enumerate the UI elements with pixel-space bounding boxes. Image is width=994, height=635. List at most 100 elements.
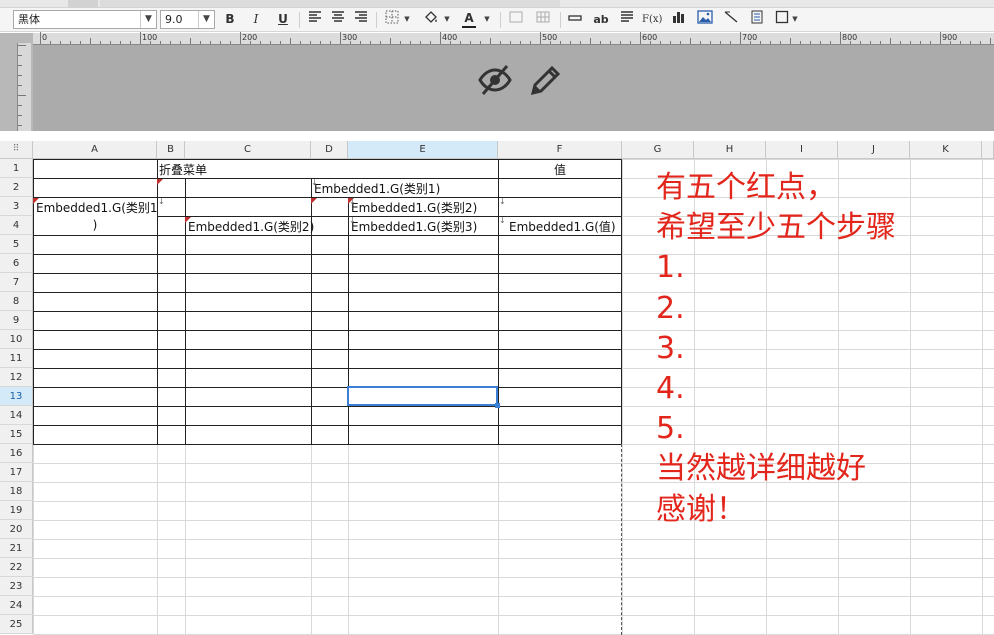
column-header-f[interactable]: F (498, 141, 622, 159)
font-family-select[interactable]: 黑体 ▼ (13, 10, 157, 29)
cell-a3-line2[interactable]: ) (33, 218, 157, 232)
align-left-button[interactable] (305, 10, 325, 29)
cell-b1[interactable]: 折叠菜单 (159, 161, 207, 178)
chevron-down-icon[interactable]: ▼ (140, 11, 156, 28)
tab-stub[interactable] (68, 0, 98, 7)
ruler-tick (320, 41, 321, 44)
insert-image-button[interactable] (695, 10, 715, 29)
insert-formula-button[interactable]: F(x) (642, 10, 662, 29)
eye-slash-icon[interactable] (476, 62, 514, 98)
column-header-b[interactable]: B (157, 141, 185, 159)
insert-textbox-button[interactable] (565, 10, 585, 29)
ruler-tick (18, 55, 22, 56)
row-header-3[interactable]: 3 (0, 197, 33, 216)
merge-cells-button[interactable] (506, 10, 526, 29)
row-header-20[interactable]: 20 (0, 520, 33, 539)
cell-f4[interactable]: Embedded1.G(值) (509, 218, 616, 235)
font-size-select[interactable]: 9.0 ▼ (160, 10, 215, 29)
cell-e3[interactable]: Embedded1.G(类别2) (351, 199, 477, 216)
expand-marker-icon[interactable] (185, 217, 191, 223)
fill-color-button[interactable] (421, 10, 441, 29)
cell-border-button[interactable] (772, 10, 792, 29)
fill-handle[interactable] (495, 403, 500, 408)
row-header-14[interactable]: 14 (0, 406, 33, 425)
format-toolbar: 黑体 ▼ 9.0 ▼ B I U ▼ ▼ A ▼ ab F(x) ▼ (0, 8, 994, 32)
cell-a3-line1[interactable]: Embedded1.G(类别1 (36, 199, 158, 216)
row-header-16[interactable]: 16 (0, 444, 33, 463)
select-all-corner[interactable]: ⠿ (0, 141, 33, 159)
row-header-9[interactable]: 9 (0, 311, 33, 330)
row-header-13[interactable]: 13 (0, 387, 33, 406)
column-header-j[interactable]: J (838, 141, 910, 159)
align-center-button[interactable] (328, 10, 348, 29)
row-header-17[interactable]: 17 (0, 463, 33, 482)
column-header-a[interactable]: A (33, 141, 157, 159)
row-header-1[interactable]: 1 (0, 159, 33, 178)
insert-chart-button[interactable] (669, 10, 689, 29)
expand-marker-icon[interactable] (157, 179, 163, 185)
cell-f1[interactable]: 值 (498, 161, 622, 178)
ruler-tick (640, 32, 641, 44)
ruler-tick (18, 115, 22, 116)
row-header-18[interactable]: 18 (0, 482, 33, 501)
underline-button[interactable]: U (273, 10, 293, 29)
bold-button[interactable]: B (220, 10, 240, 29)
ruler-tick (970, 41, 971, 44)
row-header-15[interactable]: 15 (0, 425, 33, 444)
chevron-down-icon[interactable]: ▼ (443, 10, 451, 29)
row-header-23[interactable]: 23 (0, 577, 33, 596)
ruler-tick (560, 41, 561, 44)
annotation-line: 3. (656, 330, 685, 366)
chevron-down-icon[interactable]: ▼ (791, 10, 799, 29)
ruler-tick (390, 38, 391, 44)
column-header-d[interactable]: D (311, 141, 348, 159)
row-header-12[interactable]: 12 (0, 368, 33, 387)
row-header-8[interactable]: 8 (0, 292, 33, 311)
column-header-i[interactable]: I (766, 141, 838, 159)
chevron-down-icon[interactable]: ▼ (483, 10, 491, 29)
cell-c4[interactable]: Embedded1.G(类别2) (188, 218, 314, 235)
row-header-2[interactable]: 2 (0, 178, 33, 197)
pencil-icon[interactable] (528, 64, 562, 98)
row-header-11[interactable]: 11 (0, 349, 33, 368)
column-header-h[interactable]: H (694, 141, 766, 159)
ruler-tick (400, 41, 401, 44)
align-right-button[interactable] (351, 10, 371, 29)
vertical-ruler (17, 43, 31, 131)
expand-down-arrow-icon: ↓ (499, 197, 506, 206)
row-header-22[interactable]: 22 (0, 558, 33, 577)
row-header-24[interactable]: 24 (0, 596, 33, 615)
row-header-5[interactable]: 5 (0, 235, 33, 254)
cell-d2[interactable]: Embedded1.G(类别1) (314, 180, 440, 197)
tab-stub[interactable] (100, 0, 560, 7)
column-header-overflow[interactable] (982, 141, 994, 159)
insert-slash-button[interactable] (721, 10, 741, 29)
row-header-19[interactable]: 19 (0, 501, 33, 520)
row-header-7[interactable]: 7 (0, 273, 33, 292)
split-cells-button[interactable] (533, 10, 553, 29)
insert-subreport-button[interactable] (747, 10, 767, 29)
font-color-button[interactable]: A (459, 10, 479, 29)
ruler-tick (710, 41, 711, 44)
selected-cell-e13[interactable] (347, 386, 498, 406)
insert-text-button[interactable]: ab (591, 10, 611, 29)
cell-e4[interactable]: Embedded1.G(类别3) (351, 218, 477, 235)
column-header-e[interactable]: E (348, 141, 498, 159)
column-header-g[interactable]: G (622, 141, 694, 159)
paragraph-button[interactable] (617, 10, 637, 29)
borders-button[interactable] (382, 10, 402, 29)
ruler-tick (620, 41, 621, 44)
row-header-6[interactable]: 6 (0, 254, 33, 273)
italic-button[interactable]: I (246, 10, 266, 29)
merge-mask (348, 160, 349, 178)
expand-marker-icon[interactable] (33, 198, 39, 204)
row-header-4[interactable]: 4 (0, 216, 33, 235)
chevron-down-icon[interactable]: ▼ (198, 11, 214, 28)
row-header-21[interactable]: 21 (0, 539, 33, 558)
column-header-c[interactable]: C (185, 141, 311, 159)
chevron-down-icon[interactable]: ▼ (403, 10, 411, 29)
row-header-25[interactable]: 25 (0, 615, 33, 634)
column-header-k[interactable]: K (910, 141, 982, 159)
expand-marker-icon[interactable] (311, 198, 317, 204)
row-header-10[interactable]: 10 (0, 330, 33, 349)
